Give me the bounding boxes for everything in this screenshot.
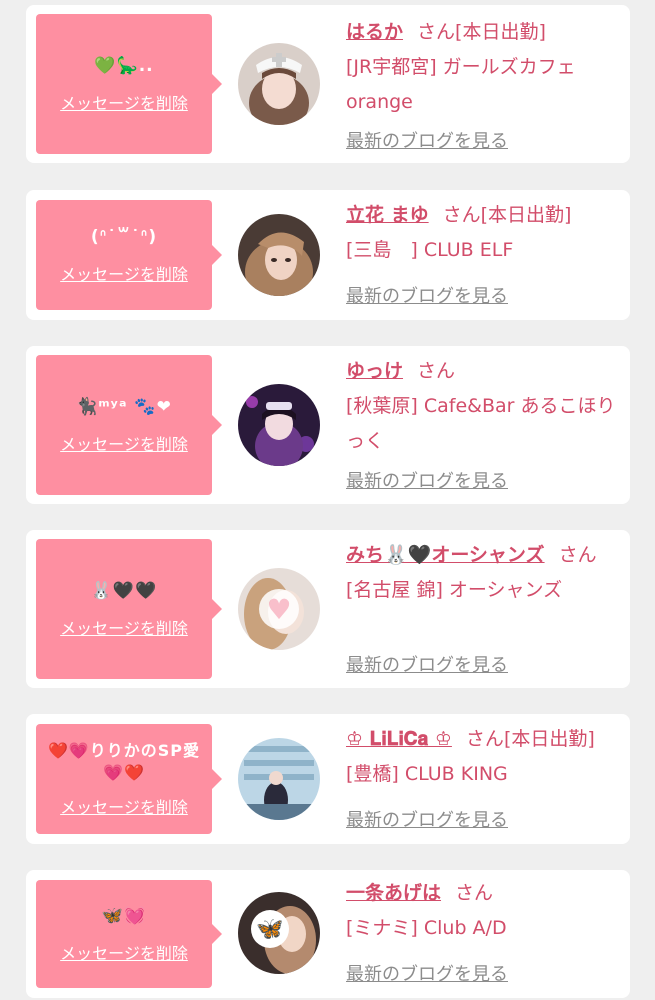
status-badge: [本日出勤] (480, 204, 572, 226)
message-bubble: ❤️💗りりかのSP愛💗❤️ メッセージを削除 (36, 724, 222, 834)
shop-name: [ミナミ] Club A/D (346, 917, 507, 939)
shop-name: [豊橋] CLUB KING (346, 763, 508, 785)
host-info: 一条あげは さん [ミナミ] Club A/D (346, 876, 618, 946)
avatar[interactable] (238, 214, 320, 296)
name-line: はるか さん[本日出勤] (346, 15, 618, 50)
latest-blog-link[interactable]: 最新のブログを見る (346, 960, 508, 986)
honorific: さん (455, 882, 494, 904)
message-text: 🐰🖤🖤 (90, 581, 158, 601)
portrait-avatar-icon (238, 214, 320, 296)
name-line: 立花 まゆ さん[本日出勤] (346, 198, 618, 233)
latest-blog-link[interactable]: 最新のブログを見る (346, 806, 508, 832)
host-info: みち🐰🖤オーシャンズ さん [名古屋 錦] オーシャンズ (346, 538, 618, 608)
status-badge: [本日出勤] (455, 21, 546, 43)
message-card: 🐈‍⬛ᵐʸᵃ 🐾❤ メッセージを削除 ゆっけ さん [秋葉原] Cafe&Bar … (26, 346, 630, 504)
delete-message-link[interactable]: メッセージを削除 (60, 615, 188, 639)
shop-name: [名古屋 錦] オーシャンズ (346, 579, 563, 601)
message-text: 🐈‍⬛ᵐʸᵃ 🐾❤ (76, 397, 172, 417)
shop-name: [JR宇都宮] ガールズカフェorange (346, 56, 576, 113)
latest-blog-link[interactable]: 最新のブログを見る (346, 127, 508, 153)
host-name-link[interactable]: 立花 まゆ (346, 204, 429, 226)
delete-message-link[interactable]: メッセージを削除 (60, 431, 188, 455)
host-name-link[interactable]: はるか (346, 21, 403, 43)
honorific: さん (558, 544, 597, 566)
message-bubble: 🐰🖤🖤 メッセージを削除 (36, 539, 222, 679)
shop-name: [秋葉原] Cafe&Bar あるこほりっく (346, 395, 616, 452)
host-info: ゆっけ さん [秋葉原] Cafe&Bar あるこほりっく (346, 354, 618, 459)
message-card: 💚🦕.. メッセージを削除 はるか さん[本日出勤] [JR宇都宮] ガールズカフ… (26, 5, 630, 163)
message-bubble: 🦋💓 メッセージを削除 (36, 880, 222, 988)
honorific: さん (417, 360, 456, 382)
message-bubble: 💚🦕.. メッセージを削除 (36, 14, 222, 154)
shop-name: [三島 ] CLUB ELF (346, 239, 514, 261)
avatar[interactable] (238, 738, 320, 820)
heart-blur-avatar-icon: ♥ (259, 589, 299, 629)
host-name-link[interactable]: ゆっけ (346, 360, 403, 382)
message-text: (ᐢ˙꒳˙ᐢ) (90, 227, 158, 247)
honorific: さん (465, 728, 504, 750)
message-bubble: 🐈‍⬛ᵐʸᵃ 🐾❤ メッセージを削除 (36, 355, 222, 495)
message-card: 🦋💓 メッセージを削除 🦋 一条あげは さん [ミナミ] Club A/D 最新の… (26, 870, 630, 998)
host-info: ♔ 𝐋𝐢𝐋𝐢𝐂𝐚 ♔ さん[本日出勤] [豊橋] CLUB KING (346, 722, 618, 792)
host-info: 立花 まゆ さん[本日出勤] [三島 ] CLUB ELF (346, 198, 618, 268)
honorific: さん (417, 21, 456, 43)
butterfly-avatar-icon: 🦋 (251, 910, 289, 948)
message-card: (ᐢ˙꒳˙ᐢ) メッセージを削除 立花 まゆ さん[本日出勤] [三島 ] CLU… (26, 190, 630, 320)
host-name-link[interactable]: みち🐰🖤オーシャンズ (346, 544, 545, 566)
avatar[interactable]: 🦋 (238, 892, 320, 974)
latest-blog-link[interactable]: 最新のブログを見る (346, 651, 508, 677)
name-line: ゆっけ さん (346, 354, 618, 389)
delete-message-link[interactable]: メッセージを削除 (60, 90, 188, 114)
host-name-link[interactable]: 一条あげは (346, 882, 441, 904)
message-bubble: (ᐢ˙꒳˙ᐢ) メッセージを削除 (36, 200, 222, 310)
host-name-link[interactable]: ♔ 𝐋𝐢𝐋𝐢𝐂𝐚 ♔ (346, 728, 452, 750)
message-card: 🐰🖤🖤 メッセージを削除 ♥ みち🐰🖤オーシャンズ さん [名古屋 錦] オーシャ… (26, 530, 630, 688)
host-info: はるか さん[本日出勤] [JR宇都宮] ガールズカフェorange (346, 15, 618, 120)
name-line: みち🐰🖤オーシャンズ さん (346, 538, 618, 573)
avatar[interactable] (238, 384, 320, 466)
name-line: 一条あげは さん (346, 876, 618, 911)
delete-message-link[interactable]: メッセージを削除 (60, 940, 188, 964)
message-text: ❤️💗りりかのSP愛💗❤️ (47, 741, 201, 782)
nurse-cap-avatar-icon (238, 43, 320, 125)
costume-avatar-icon (238, 384, 320, 466)
honorific: さん (442, 204, 481, 226)
mirror-selfie-avatar-icon (238, 738, 320, 820)
latest-blog-link[interactable]: 最新のブログを見る (346, 467, 508, 493)
avatar[interactable]: ♥ (238, 568, 320, 650)
name-line: ♔ 𝐋𝐢𝐋𝐢𝐂𝐚 ♔ さん[本日出勤] (346, 722, 618, 757)
avatar[interactable] (238, 43, 320, 125)
delete-message-link[interactable]: メッセージを削除 (60, 261, 188, 285)
message-text: 💚🦕.. (94, 56, 154, 76)
message-feed: 💚🦕.. メッセージを削除 はるか さん[本日出勤] [JR宇都宮] ガールズカフ… (0, 0, 655, 1000)
status-badge: [本日出勤] (503, 728, 595, 750)
latest-blog-link[interactable]: 最新のブログを見る (346, 282, 508, 308)
delete-message-link[interactable]: メッセージを削除 (60, 794, 188, 818)
message-text: 🦋💓 (101, 906, 147, 926)
message-card: ❤️💗りりかのSP愛💗❤️ メッセージを削除 ♔ 𝐋𝐢𝐋𝐢𝐂𝐚 ♔ さん[本日出勤… (26, 714, 630, 844)
